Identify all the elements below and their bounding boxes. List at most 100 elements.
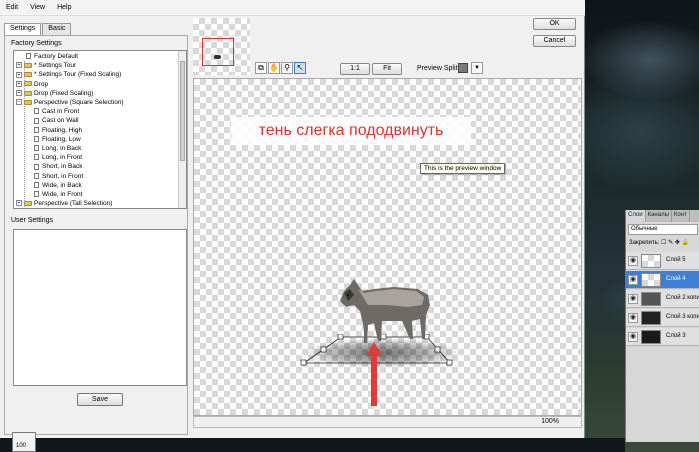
layer-thumbnail [641, 273, 661, 287]
copy-icon[interactable]: ⧉ [255, 62, 267, 74]
factory-settings-tree[interactable]: Factory Default + * Settings Tour + * Settin… [13, 50, 187, 209]
tree-item[interactable]: Factory Default [26, 53, 78, 61]
layer-name: Слой 3 копи [666, 314, 699, 320]
folder-icon [24, 72, 32, 78]
fit-button[interactable]: Fit [372, 63, 402, 75]
blend-mode-select[interactable]: Обычные [628, 224, 698, 235]
collapse-icon[interactable]: − [16, 99, 22, 106]
user-settings-label: User Settings [11, 217, 54, 224]
eye-icon[interactable]: ◉ [628, 332, 638, 342]
zoom-1to1-button[interactable]: 1:1 [340, 63, 370, 75]
navigator-view-rect[interactable] [202, 38, 234, 66]
tree-item[interactable]: Wide, in Front [34, 191, 82, 199]
layer-row[interactable]: ◉ Слой 3 [626, 328, 699, 346]
layer-row[interactable]: ◉ Слой 3 копи [626, 309, 699, 327]
menu-edit[interactable]: Edit [0, 4, 24, 11]
expand-icon[interactable]: + [16, 90, 22, 97]
tree-item[interactable]: Short, in Front [34, 173, 83, 181]
layer-row[interactable]: ◉ Слой 4 [626, 271, 699, 289]
eye-icon[interactable]: ◉ [628, 275, 638, 285]
navigator-wolf-thumbnail [214, 55, 221, 59]
preset-icon [34, 182, 39, 189]
tree-item-label: Factory Default [34, 53, 79, 60]
folder-icon [24, 81, 32, 87]
chevron-down-icon[interactable]: ▼ [471, 62, 483, 74]
tree-item[interactable]: Floating, Low [34, 136, 81, 144]
preview-tooltip: This is the preview window [420, 163, 506, 174]
status-bar: 100% [193, 416, 582, 428]
layer-row[interactable]: ◉ Слой 5 [626, 252, 699, 270]
tree-item-label: Long, in Back [42, 145, 82, 152]
tab-channels[interactable]: Каналы [646, 210, 672, 222]
zoom-readout: 100% [541, 418, 559, 425]
tree-item-label: * Settings Tour (Fixed Scaling) [34, 71, 122, 79]
red-arrow-annotation [366, 342, 382, 406]
cancel-button[interactable]: Cancel [533, 35, 576, 47]
layers-tabs: Слои Каналы Конт [626, 210, 699, 222]
layer-thumbnail [641, 254, 661, 268]
folder-icon [24, 99, 32, 105]
tab-paths[interactable]: Конт [672, 210, 690, 222]
tree-item-label: Perspective (Square Selection) [34, 99, 124, 106]
taskbar-strip [0, 438, 625, 452]
tree-item-label: Cast on Wall [42, 117, 79, 125]
tree-item[interactable]: Floating, High [34, 127, 82, 135]
menu-bar: Edit View Help [0, 0, 585, 16]
tree-item[interactable]: + * Settings Tour [16, 62, 76, 70]
tree-item[interactable]: − Perspective (Square Selection) [16, 99, 124, 107]
tree-scrollbar-thumb[interactable] [180, 61, 185, 161]
tree-item-label: Short, in Front [42, 172, 84, 180]
preview-window[interactable]: тень слегка пододвинуть This is the prev… [193, 78, 582, 416]
eye-icon[interactable]: ◉ [628, 313, 638, 323]
tab-settings[interactable]: Settings [4, 23, 42, 35]
tree-item[interactable]: Cast in Front [34, 108, 79, 116]
hand-icon[interactable]: ✋ [268, 62, 280, 74]
lock-row: Закрепить: ☐ ✎ ✥ 🔒 [629, 239, 689, 246]
eye-icon[interactable]: ◉ [628, 256, 638, 266]
expand-icon[interactable]: + [16, 80, 22, 87]
user-settings-list[interactable] [13, 229, 187, 386]
tree-item-label: Long, in Front [42, 154, 83, 162]
tree-item[interactable]: Short, in Back [34, 163, 82, 171]
expand-icon[interactable]: + [16, 62, 22, 69]
tree-item-label: Perspective (Tall Selection) [34, 200, 113, 208]
layers-panel: Слои Каналы Конт Обычные Закрепить: ☐ ✎ … [625, 210, 699, 442]
zoom-icon[interactable]: ⚲ [281, 62, 293, 74]
navigator-thumbnail[interactable] [193, 18, 250, 75]
ruler-widget: 100 [12, 432, 36, 452]
layer-thumbnail [641, 330, 661, 344]
layer-name: Слой 4 [666, 276, 686, 282]
eye-icon[interactable]: ◉ [628, 294, 638, 304]
tree-item[interactable]: Long, in Back [34, 145, 81, 153]
layer-name: Слой 2 копи [666, 295, 699, 301]
tree-item[interactable]: Cast on Wall [34, 117, 79, 125]
tree-item[interactable]: Wide, in Back [34, 182, 82, 190]
tab-layers[interactable]: Слои [626, 210, 646, 222]
tree-item[interactable]: + Drop [16, 81, 48, 89]
wolf-image [340, 279, 430, 343]
tree-scrollbar[interactable] [178, 51, 186, 208]
tree-guide-line [24, 61, 25, 208]
preset-icon [34, 145, 39, 152]
layer-row[interactable]: ◉ Слой 2 копи [626, 290, 699, 308]
preset-icon [26, 53, 31, 60]
lock-icons[interactable]: ☐ ✎ ✥ 🔒 [661, 240, 689, 246]
expand-icon[interactable]: + [16, 71, 22, 78]
pointer-icon[interactable]: ↖ [294, 62, 306, 74]
tree-item[interactable]: + * Settings Tour (Fixed Scaling) [16, 71, 121, 79]
expand-icon[interactable]: + [16, 200, 22, 207]
layer-thumbnail [641, 311, 661, 325]
tree-item[interactable]: + Perspective (Tall Selection) [16, 200, 112, 208]
menu-view[interactable]: View [24, 4, 51, 11]
tree-item[interactable]: Long, in Front [34, 154, 82, 162]
preview-split-swatch[interactable] [458, 63, 468, 73]
save-button[interactable]: Save [77, 393, 123, 406]
ok-button[interactable]: OK [533, 18, 576, 30]
menu-help[interactable]: Help [51, 4, 77, 11]
preset-icon [34, 136, 39, 143]
preview-toolbar: ⧉ ✋ ⚲ ↖ [255, 62, 307, 76]
preset-icon [34, 163, 39, 170]
preset-icon [34, 191, 39, 198]
tree-item[interactable]: + Drop (Fixed Scaling) [16, 90, 93, 98]
tab-basic[interactable]: Basic [42, 23, 72, 35]
